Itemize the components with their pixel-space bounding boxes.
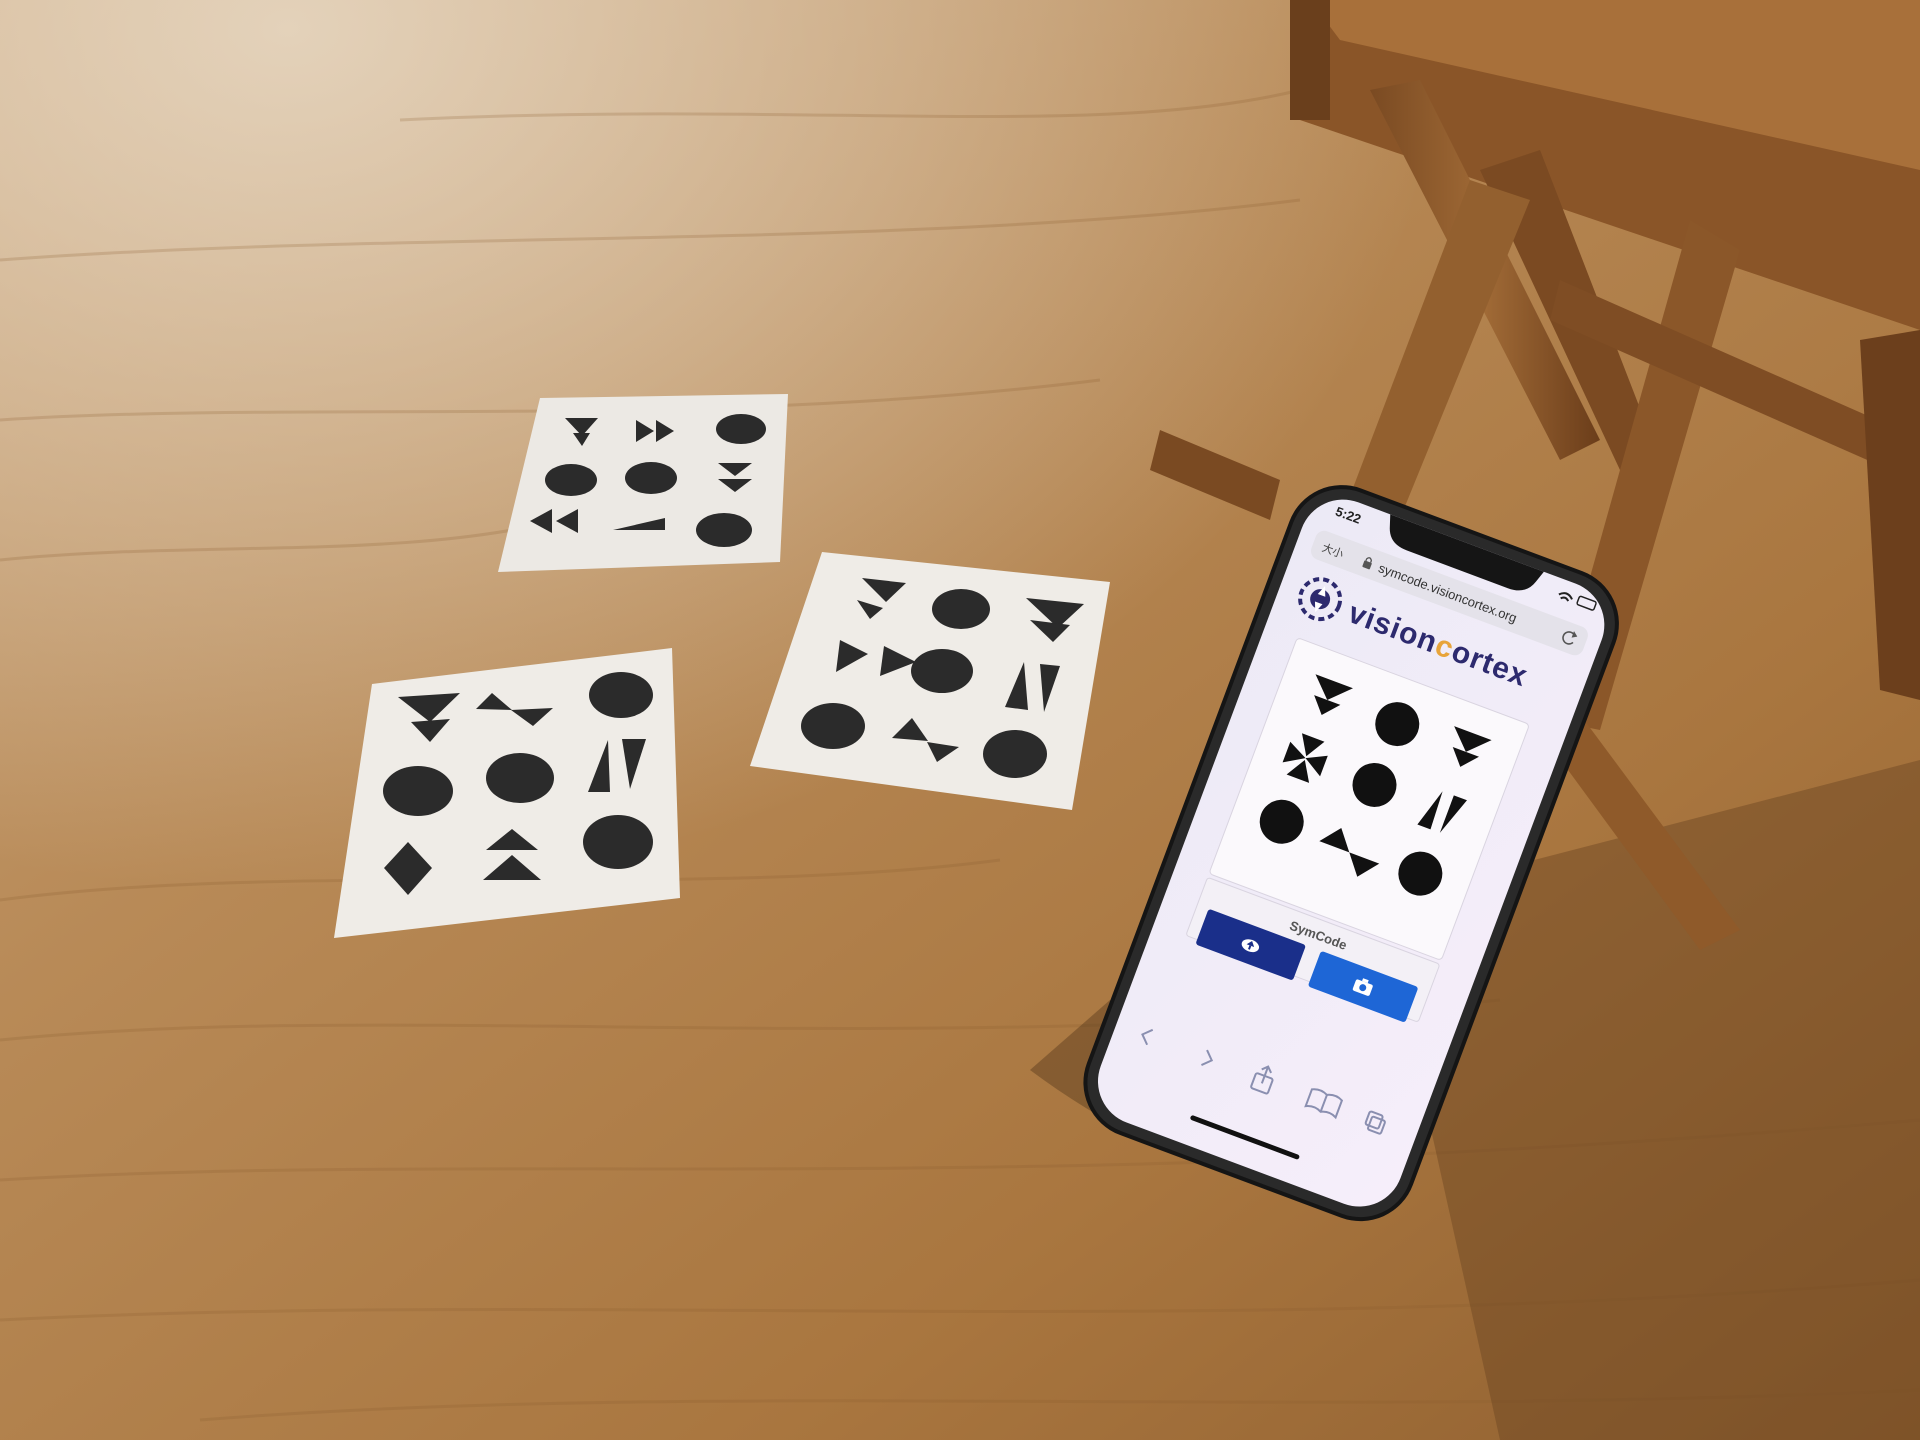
photo-scene: 5:22 大小 symcode.visioncortex.org visionc… — [0, 0, 1920, 1440]
card1-circle — [716, 414, 766, 444]
symcode-card-2 — [334, 648, 680, 938]
symcode-card-1 — [498, 394, 788, 572]
